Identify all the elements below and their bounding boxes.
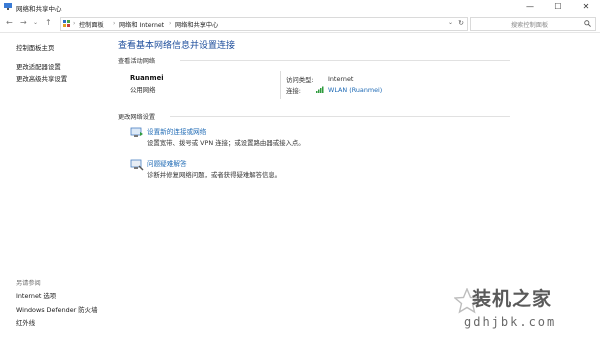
- troubleshoot-icon: [130, 159, 144, 171]
- refresh-button[interactable]: ↻: [458, 19, 464, 27]
- vertical-divider: [280, 71, 281, 99]
- wlan-connection-link[interactable]: WLAN (Ruanmei): [328, 86, 382, 94]
- address-toolbar: ← → ⌄ ↑ › 控制面板 › 网络和 Internet › 网络和共享中心 …: [0, 14, 600, 33]
- network-profile-type: 公用网络: [130, 86, 156, 94]
- access-type-label: 访问类型:: [286, 76, 314, 84]
- forward-button[interactable]: →: [20, 18, 27, 28]
- breadcrumb-separator: ›: [113, 20, 116, 27]
- active-networks-heading: 查看活动网络: [118, 58, 156, 65]
- sidebar-item-change-adapter-settings[interactable]: 更改适配器设置: [16, 62, 61, 71]
- new-connection-icon: [130, 127, 143, 137]
- watermark: 装机之家 gdhjbk.com: [454, 284, 598, 336]
- breadcrumb-network-sharing-center[interactable]: 网络和共享中心: [175, 20, 218, 29]
- window-title: 网络和共享中心: [16, 5, 62, 13]
- change-settings-heading: 更改网络设置: [118, 114, 156, 121]
- close-button[interactable]: ✕: [572, 0, 600, 14]
- setup-new-connection-link[interactable]: 设置新的连接或网络: [147, 126, 206, 136]
- left-sidebar: 控制面板主页 更改适配器设置 更改高级共享设置 另请参阅 Internet 选项…: [0, 33, 110, 338]
- watermark-text: 装机之家: [472, 288, 553, 310]
- troubleshoot-problems-desc: 诊断并修复网络问题，或者获得疑难解答信息。: [147, 171, 282, 179]
- see-also-internet-options[interactable]: Internet 选项: [16, 291, 56, 300]
- access-type-value: Internet: [328, 75, 354, 83]
- page-title: 查看基本网络信息并设置连接: [118, 41, 236, 51]
- troubleshoot-problems-link[interactable]: 问题疑难解答: [147, 158, 187, 168]
- network-center-icon: [4, 3, 12, 10]
- breadcrumb-separator: ›: [169, 20, 172, 27]
- minimize-button[interactable]: —: [516, 0, 544, 14]
- sidebar-item-change-advanced-sharing[interactable]: 更改高级共享设置: [16, 74, 67, 83]
- back-button[interactable]: ←: [6, 18, 13, 28]
- setup-new-connection-desc: 设置宽带、拨号或 VPN 连接；或设置路由器或接入点。: [147, 139, 305, 147]
- connections-label: 连接:: [286, 87, 301, 95]
- maximize-button[interactable]: ☐: [544, 0, 572, 14]
- search-placeholder: 搜索控制面板: [511, 22, 549, 29]
- network-name: Ruanmei: [130, 74, 164, 82]
- address-bar[interactable]: › 控制面板 › 网络和 Internet › 网络和共享中心 ⌄ ↻: [60, 17, 468, 31]
- breadcrumb-network-internet[interactable]: 网络和 Internet: [119, 20, 164, 29]
- watermark-url: gdhjbk.com: [464, 315, 557, 329]
- recent-locations-button[interactable]: ⌄: [33, 18, 38, 28]
- see-also-firewall[interactable]: Windows Defender 防火墙: [16, 305, 97, 314]
- search-icon[interactable]: [584, 20, 591, 27]
- breadcrumb-separator: ›: [73, 20, 76, 27]
- wifi-signal-icon: [316, 86, 324, 93]
- control-panel-icon: [63, 20, 70, 27]
- title-bar: 网络和共享中心 — ☐ ✕: [0, 0, 600, 14]
- sidebar-item-control-panel-home[interactable]: 控制面板主页: [16, 43, 54, 52]
- up-button[interactable]: ↑: [45, 18, 52, 28]
- see-also-heading: 另请参阅: [16, 280, 41, 287]
- see-also-infrared[interactable]: 红外线: [16, 318, 35, 327]
- address-dropdown-button[interactable]: ⌄: [448, 19, 453, 26]
- section-divider: [180, 60, 510, 61]
- search-input[interactable]: 搜索控制面板: [470, 17, 596, 31]
- section-divider: [170, 116, 510, 117]
- breadcrumb-control-panel[interactable]: 控制面板: [79, 20, 104, 29]
